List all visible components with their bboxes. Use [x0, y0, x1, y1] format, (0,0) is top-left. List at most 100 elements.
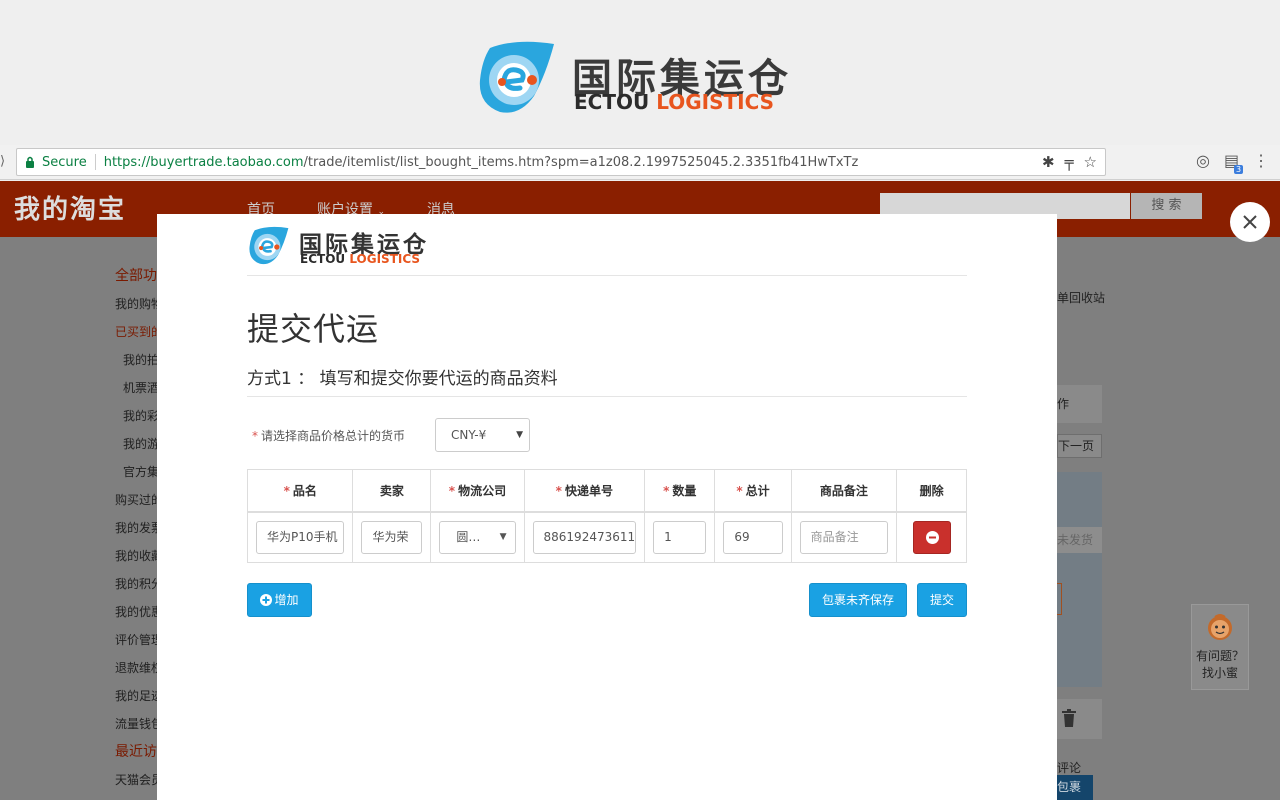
comment-link[interactable]: 评论	[1057, 759, 1081, 776]
required-mark: *	[555, 483, 562, 498]
cell-product-name: 华为P10手机	[246, 511, 354, 563]
sidebar-item[interactable]: 已买到的	[115, 323, 163, 351]
sidebar-item[interactable]: 最近访	[115, 743, 163, 771]
brand-banner: 国际集运仓 ECTOU LOGISTICS	[0, 0, 1280, 145]
submit-button[interactable]: 提交	[917, 583, 967, 617]
star-icon[interactable]: ☆	[1084, 153, 1097, 171]
omnibox-tools: ✱ ╤ ☆	[1042, 153, 1097, 171]
sidebar-item[interactable]: 我的游	[115, 435, 163, 463]
table-row: 华为P10手机 华为荣 圆… ▼ 886192473611 1 69 商品备注	[246, 511, 967, 563]
required-mark: *	[736, 483, 743, 498]
column-header-label: 商品备注	[819, 483, 868, 498]
modal-content: 国际集运仓 ECTOU LOGISTICS 提交代运 方式1 ： 填写和提交你要…	[246, 214, 967, 643]
column-header-label: 快递单号	[564, 483, 613, 498]
product-name-input[interactable]: 华为P10手机	[256, 520, 345, 554]
pin-icon[interactable]: ╤	[1065, 153, 1074, 171]
package-button[interactable]: 包裹	[1057, 775, 1093, 800]
sidebar-item[interactable]: 我的收藏	[115, 547, 163, 575]
cell-remark: 商品备注	[790, 511, 898, 563]
column-header-label: 卖家	[379, 483, 404, 498]
action-bar: 增加 包裹未齐保存 提交	[247, 583, 967, 643]
brand-name-en: ECTOU LOGISTICS	[574, 90, 775, 114]
brand-logo: 国际集运仓 ECTOU LOGISTICS	[476, 40, 816, 120]
delete-row-button[interactable]	[912, 520, 951, 554]
menu-icon[interactable]: ⋮	[1253, 151, 1269, 170]
add-row-button[interactable]: 增加	[247, 583, 312, 617]
column-header-label: 总计	[745, 483, 770, 498]
address-bar[interactable]: Secure https://buyertrade.taobao.com/tra…	[16, 148, 1106, 176]
sidebar-item[interactable]: 我的购物	[115, 295, 163, 323]
column-header-label: 删除	[919, 483, 944, 498]
order-panel	[1057, 472, 1102, 687]
plus-circle-icon	[260, 594, 273, 606]
cell-seller: 华为荣	[352, 511, 432, 563]
column-header: 删除	[896, 469, 967, 513]
column-header-label: 品名	[292, 483, 317, 498]
sidebar-item[interactable]: 流量钱包	[115, 715, 163, 743]
save-incomplete-button[interactable]: 包裹未齐保存	[809, 583, 907, 617]
column-header: * 数量	[644, 469, 716, 513]
currency-select[interactable]: CNY-¥ ▼	[435, 418, 530, 452]
caret-down-icon: ▼	[499, 531, 507, 542]
taobao-sidebar: 全部功 我的购物 已买到的 我的拍 机票酒 我的彩 我的游 官方集 购买过的 我的发票 我的收藏 我的…	[115, 267, 163, 799]
order-bracket	[1057, 583, 1062, 615]
modal-close-button[interactable]	[1230, 202, 1270, 242]
next-page-button[interactable]: 下一页	[1057, 434, 1102, 458]
required-mark: *	[283, 483, 290, 498]
currency-row: * 请选择商品价格总计的货币 CNY-¥ ▼	[247, 397, 967, 469]
sidebar-item[interactable]: 我的优惠	[115, 603, 163, 631]
sidebar-item[interactable]: 全部功	[115, 267, 163, 295]
taobao-search-button[interactable]: 搜 索	[1131, 193, 1202, 219]
sidebar-item[interactable]: 我的彩	[115, 407, 163, 435]
extension-badge: 3	[1234, 165, 1244, 174]
add-row-label: 增加	[274, 593, 299, 607]
column-header: * 物流公司	[430, 469, 525, 513]
brand-logo-icon	[479, 41, 554, 113]
camera-icon[interactable]: ◎	[1196, 151, 1210, 170]
column-header-label: 数量	[672, 483, 697, 498]
sidebar-item[interactable]: 天猫会员	[115, 771, 163, 799]
help-widget[interactable]: 有问题？ 找小蜜	[1191, 604, 1249, 690]
puzzle-icon[interactable]: ✱	[1042, 153, 1055, 171]
minus-circle-icon	[925, 530, 939, 544]
required-mark: *	[252, 429, 258, 443]
extension-icon[interactable]: ▤ 3	[1224, 151, 1244, 174]
sidebar-item[interactable]: 退款维权	[115, 659, 163, 687]
sidebar-item[interactable]: 购买过的	[115, 491, 163, 519]
modal-logo: 国际集运仓 ECTOU LOGISTICS	[247, 214, 967, 276]
sidebar-item[interactable]: 我的拍	[115, 351, 163, 379]
required-mark: *	[663, 483, 670, 498]
modal-logo-icon	[249, 226, 289, 265]
sidebar-item[interactable]: 我的足迹	[115, 687, 163, 715]
column-header: 卖家	[352, 469, 432, 513]
logistics-select[interactable]: 圆… ▼	[439, 520, 516, 554]
sidebar-item[interactable]: 官方集	[115, 463, 163, 491]
column-header: 商品备注	[790, 469, 898, 513]
total-input[interactable]: 69	[723, 520, 783, 554]
operate-header: 作	[1057, 385, 1102, 423]
remind-ship-button[interactable]: 未发货	[1057, 527, 1102, 553]
items-table: * 品名 卖家 * 物流公司 * 快递单号 * 数量 * 总计 商品备注 删除 华为P10手机 华为荣 …	[246, 469, 967, 563]
reload-edge-icon[interactable]: ⟩	[0, 154, 5, 169]
tracking-number-input[interactable]: 886192473611	[532, 520, 637, 554]
url-separator	[94, 154, 96, 170]
help-line-2: 找小蜜	[1201, 666, 1238, 680]
recycle-link[interactable]: 单回收站	[1057, 289, 1105, 306]
sidebar-item[interactable]: 机票酒	[115, 379, 163, 407]
sidebar-item[interactable]: 我的发票	[115, 519, 163, 547]
help-line-1: 有问题？	[1195, 649, 1244, 663]
column-header-label: 物流公司	[458, 483, 507, 498]
currency-value: CNY-¥	[451, 428, 487, 442]
modal-logo-en: ECTOU LOGISTICS	[300, 252, 421, 266]
trash-icon[interactable]	[1061, 709, 1077, 727]
lock-icon	[26, 156, 34, 168]
remark-input[interactable]: 商品备注	[799, 520, 889, 554]
cell-delete	[896, 511, 967, 563]
quantity-input[interactable]: 1	[653, 520, 707, 554]
sidebar-item[interactable]: 评价管理	[115, 631, 163, 659]
sidebar-item[interactable]: 我的积分	[115, 575, 163, 603]
taobao-right-column: 单回收站 作 下一页 未发货 评论 包裹	[1057, 237, 1107, 800]
seller-input[interactable]: 华为荣	[361, 520, 423, 554]
close-icon	[1243, 215, 1257, 229]
taobao-logo[interactable]: 我的淘宝	[14, 189, 126, 226]
